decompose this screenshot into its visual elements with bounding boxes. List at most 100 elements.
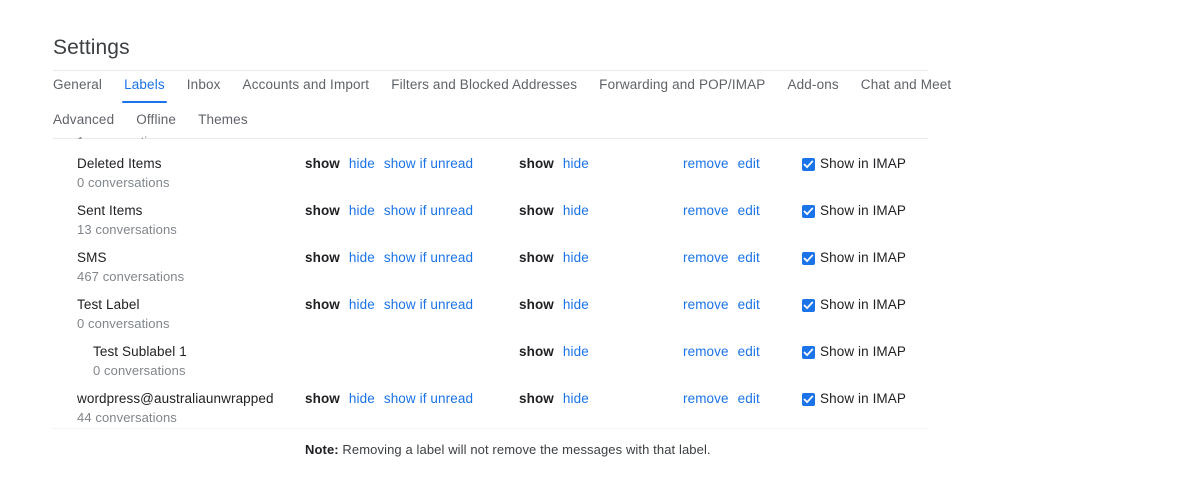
label-list-visibility-hide[interactable]: hide [349, 391, 375, 406]
message-list-visibility-show: show [519, 391, 554, 406]
label-list-visibility-show-if-unread[interactable]: show if unread [384, 203, 473, 218]
show-in-imap-toggle[interactable]: Show in IMAP [802, 343, 906, 361]
tab-labels[interactable]: Labels [122, 76, 167, 103]
label-actions-edit[interactable]: edit [738, 344, 760, 359]
tab-chat-and-meet[interactable]: Chat and Meet [861, 76, 952, 103]
checkbox-checked-icon[interactable] [802, 298, 815, 312]
label-list-visibility-hide[interactable]: hide [349, 203, 375, 218]
table-row: Test Sublabel 1 0 conversations show hide re… [53, 334, 928, 381]
table-row: SMS 467 conversations show hide show if unre… [53, 240, 928, 287]
label-actions-edit[interactable]: edit [738, 391, 760, 406]
label-name: SMS [77, 250, 107, 265]
label-name: wordpress@australiaunwrapped [77, 391, 274, 406]
settings-tab-row-secondary: Advanced Offline Themes [53, 111, 928, 141]
label-conversation-count: 0 conversations [93, 363, 186, 378]
label-name: Deleted Items [77, 156, 162, 171]
note-text: Removing a label will not remove the mes… [338, 442, 711, 457]
label-actions: remove edit [683, 202, 760, 220]
message-list-visibility-hide[interactable]: hide [563, 203, 589, 218]
label-actions-remove[interactable]: remove [683, 344, 729, 359]
message-list-visibility-hide[interactable]: hide [563, 250, 589, 265]
tab-add-ons[interactable]: Add-ons [787, 76, 838, 103]
message-list-visibility-show: show [519, 156, 554, 171]
tab-forwarding-and-pop-imap[interactable]: Forwarding and POP/IMAP [599, 76, 765, 103]
label-name-cell: wordpress@australiaunwrapped 44 conversat… [77, 390, 327, 427]
tab-inbox[interactable]: Inbox [187, 76, 221, 103]
label-actions-remove[interactable]: remove [683, 297, 729, 312]
label-actions: remove edit [683, 249, 760, 267]
label-list-visibility: show hide show if unread [305, 202, 473, 220]
label-list-visibility-show: show [305, 297, 340, 312]
label-actions: remove edit [683, 155, 760, 173]
table-row: Sent Items 13 conversations show hide show i… [53, 193, 928, 240]
label-list-visibility-hide[interactable]: hide [349, 156, 375, 171]
label-conversation-count: 13 conversations [77, 222, 177, 237]
clipped-previous-row: 1 conversation [77, 133, 162, 139]
tab-general[interactable]: General [53, 76, 102, 103]
show-in-imap-toggle[interactable]: Show in IMAP [802, 296, 906, 314]
label-list-visibility: show hide show if unread [305, 249, 473, 267]
label-name-cell: Deleted Items 0 conversations [77, 155, 327, 192]
label-list-visibility-show-if-unread[interactable]: show if unread [384, 156, 473, 171]
show-in-imap-toggle[interactable]: Show in IMAP [802, 390, 906, 408]
label-name: Test Label [77, 297, 140, 312]
label-actions-edit[interactable]: edit [738, 203, 760, 218]
tab-filters-and-blocked-addresses[interactable]: Filters and Blocked Addresses [391, 76, 577, 103]
settings-tab-row-primary: General Labels Inbox Accounts and Import Fil… [53, 76, 951, 106]
message-list-visibility: show hide [519, 249, 589, 267]
label-conversation-count: 467 conversations [77, 269, 185, 284]
checkbox-checked-icon[interactable] [802, 345, 815, 359]
label-actions-remove[interactable]: remove [683, 203, 729, 218]
checkbox-checked-icon[interactable] [802, 251, 815, 265]
label-list-visibility-show: show [305, 391, 340, 406]
show-in-imap-label: Show in IMAP [820, 391, 906, 406]
label-actions-remove[interactable]: remove [683, 391, 729, 406]
label-name-cell: SMS 467 conversations [77, 249, 327, 286]
label-actions: remove edit [683, 343, 760, 361]
show-in-imap-toggle[interactable]: Show in IMAP [802, 249, 906, 267]
show-in-imap-toggle[interactable]: Show in IMAP [802, 155, 906, 173]
show-in-imap-label: Show in IMAP [820, 250, 906, 265]
label-list-visibility-show-if-unread[interactable]: show if unread [384, 250, 473, 265]
message-list-visibility-hide[interactable]: hide [563, 344, 589, 359]
message-list-visibility: show hide [519, 202, 589, 220]
settings-tab-bar: General Labels Inbox Accounts and Import Fil… [53, 70, 951, 141]
labels-table: Deleted Items 0 conversations show hide show… [53, 146, 928, 428]
clipped-row-count: 1 conversation [77, 134, 162, 139]
show-in-imap-toggle[interactable]: Show in IMAP [802, 202, 906, 220]
message-list-visibility-hide[interactable]: hide [563, 391, 589, 406]
show-in-imap-label: Show in IMAP [820, 344, 906, 359]
label-actions: remove edit [683, 296, 760, 314]
label-actions-remove[interactable]: remove [683, 250, 729, 265]
label-name-cell: Test Sublabel 1 0 conversations [93, 343, 343, 380]
note-divider [53, 428, 928, 429]
label-actions: remove edit [683, 390, 760, 408]
label-conversation-count: 0 conversations [77, 175, 170, 190]
tab-themes[interactable]: Themes [198, 111, 248, 138]
message-list-visibility-hide[interactable]: hide [563, 156, 589, 171]
label-list-visibility-show-if-unread[interactable]: show if unread [384, 391, 473, 406]
message-list-visibility: show hide [519, 390, 589, 408]
label-list-visibility-show-if-unread[interactable]: show if unread [384, 297, 473, 312]
label-actions-edit[interactable]: edit [738, 156, 760, 171]
note-prefix: Note: [305, 442, 339, 457]
table-row: Test Label 0 conversations show hide show if… [53, 287, 928, 334]
label-actions-edit[interactable]: edit [738, 297, 760, 312]
message-list-visibility: show hide [519, 155, 589, 173]
label-list-visibility-show: show [305, 156, 340, 171]
message-list-visibility-hide[interactable]: hide [563, 297, 589, 312]
label-list-visibility-hide[interactable]: hide [349, 297, 375, 312]
label-list-visibility: show hide show if unread [305, 390, 473, 408]
page-title: Settings [53, 36, 130, 59]
message-list-visibility-show: show [519, 203, 554, 218]
label-actions-edit[interactable]: edit [738, 250, 760, 265]
tab-accounts-and-import[interactable]: Accounts and Import [243, 76, 370, 103]
checkbox-checked-icon[interactable] [802, 157, 815, 171]
show-in-imap-label: Show in IMAP [820, 297, 906, 312]
checkbox-checked-icon[interactable] [802, 392, 815, 406]
label-list-visibility-hide[interactable]: hide [349, 250, 375, 265]
checkbox-checked-icon[interactable] [802, 204, 815, 218]
label-actions-remove[interactable]: remove [683, 156, 729, 171]
tabs-divider [53, 138, 928, 139]
label-list-visibility-show: show [305, 250, 340, 265]
